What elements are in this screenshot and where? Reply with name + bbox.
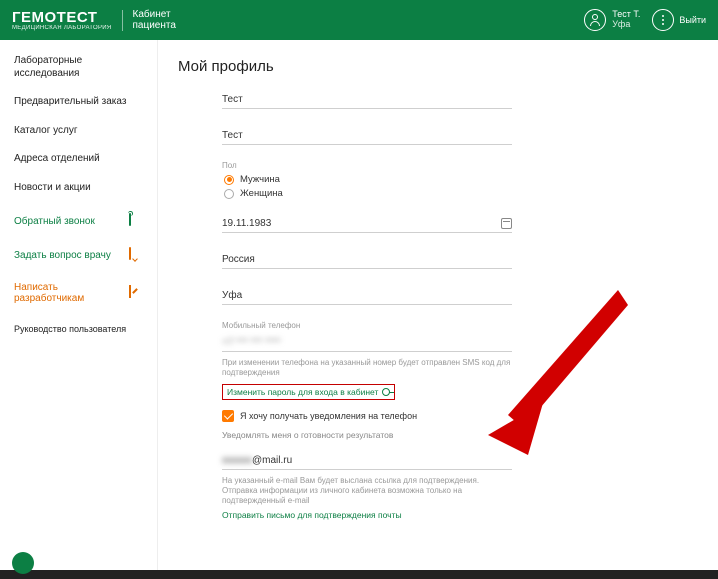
phone-label: Мобильный телефон: [222, 321, 512, 330]
change-password-link[interactable]: Изменить пароль для входа в кабинет: [222, 384, 395, 400]
gender-label: Пол: [222, 161, 512, 170]
main-content: Мой профиль Тест Тест Пол Мужчина Женщин…: [158, 40, 718, 570]
sidebar-item-catalog[interactable]: Каталог услуг: [0, 120, 157, 143]
checkbox-icon: [222, 410, 234, 422]
chat-icon: [129, 248, 143, 262]
pencil-icon: [129, 286, 143, 300]
city-field[interactable]: Уфа: [222, 285, 512, 305]
footer-bar: [0, 570, 718, 579]
gender-female-label: Женщина: [240, 188, 283, 199]
email-value: @mail.ru: [252, 455, 292, 466]
header-section-l1: Кабинет: [133, 9, 176, 20]
change-password-label: Изменить пароль для входа в кабинет: [227, 387, 378, 397]
sidebar-item-lab[interactable]: Лабораторные исследования: [0, 50, 157, 85]
logo-subtext: МЕДИЦИНСКАЯ ЛАБОРАТОРИЯ: [12, 25, 112, 31]
sidebar-callback-label: Обратный звонок: [14, 216, 95, 227]
radio-icon: [224, 175, 234, 185]
header-user[interactable]: Тест Т. Уфа: [584, 9, 640, 31]
birthdate-value: 19.11.1983: [222, 218, 271, 229]
sidebar-item-preorder[interactable]: Предварительный заказ: [0, 91, 157, 114]
sidebar-ask-doctor-label: Задать вопрос врачу: [14, 250, 111, 261]
notify-phone-label: Я хочу получать уведомления на телефон: [240, 411, 417, 421]
phone-field[interactable]: +7 *** *** ****: [222, 332, 512, 352]
radio-icon: [224, 189, 234, 199]
last-name-field[interactable]: Тест: [222, 89, 512, 109]
phone-value: +7 *** *** ****: [222, 337, 281, 348]
gender-group: Мужчина Женщина: [224, 174, 512, 199]
sidebar-item-addresses[interactable]: Адреса отделений: [0, 148, 157, 171]
header: ГЕМОТЕСТ МЕДИЦИНСКАЯ ЛАБОРАТОРИЯ Кабинет…: [0, 0, 718, 40]
phone-hint: При изменении телефона на указанный номе…: [222, 358, 512, 378]
logo[interactable]: ГЕМОТЕСТ МЕДИЦИНСКАЯ ЛАБОРАТОРИЯ: [12, 10, 123, 31]
menu-dots-icon: [652, 9, 674, 31]
sidebar-ask-doctor[interactable]: Задать вопрос врачу: [0, 243, 157, 267]
sidebar: Лабораторные исследования Предварительны…: [0, 40, 158, 570]
first-name-field[interactable]: Тест: [222, 125, 512, 145]
logo-text: ГЕМОТЕСТ: [12, 10, 112, 25]
notify-phone-checkbox[interactable]: Я хочу получать уведомления на телефон: [222, 410, 512, 422]
sidebar-callback[interactable]: Обратный звонок: [0, 209, 157, 233]
header-section: Кабинет пациента: [133, 9, 176, 31]
birthdate-field[interactable]: 19.11.1983: [222, 213, 512, 233]
notify-heading: Уведомлять меня о готовности результатов: [222, 430, 512, 440]
header-section-l2: пациента: [133, 20, 176, 31]
gender-female[interactable]: Женщина: [224, 188, 512, 199]
email-masked: xxxxxx: [222, 455, 252, 466]
phone-icon: [129, 214, 143, 228]
logout-button[interactable]: Выйти: [652, 9, 706, 31]
sidebar-write-devs-label: Написать разработчикам: [14, 282, 129, 304]
sidebar-item-news[interactable]: Новости и акции: [0, 177, 157, 200]
resend-email-link[interactable]: Отправить письмо для подтверждения почты: [222, 510, 512, 520]
page-title: Мой профиль: [178, 58, 698, 75]
key-icon: [382, 388, 390, 396]
country-field[interactable]: Россия: [222, 249, 512, 269]
logout-label: Выйти: [679, 15, 706, 25]
sidebar-manual[interactable]: Руководство пользователя: [0, 319, 157, 340]
email-hint: На указанный e-mail Вам будет выслана сс…: [222, 476, 512, 506]
profile-form: Тест Тест Пол Мужчина Женщина 19.11.1983…: [222, 89, 512, 520]
user-icon: [584, 9, 606, 31]
calendar-icon[interactable]: [501, 218, 512, 229]
floating-action-button[interactable]: [12, 552, 34, 574]
sidebar-write-devs[interactable]: Написать разработчикам: [0, 277, 157, 309]
user-city: Уфа: [612, 20, 640, 30]
gender-male[interactable]: Мужчина: [224, 174, 512, 185]
email-field[interactable]: xxxxxx@mail.ru: [222, 450, 512, 470]
gender-male-label: Мужчина: [240, 174, 280, 185]
